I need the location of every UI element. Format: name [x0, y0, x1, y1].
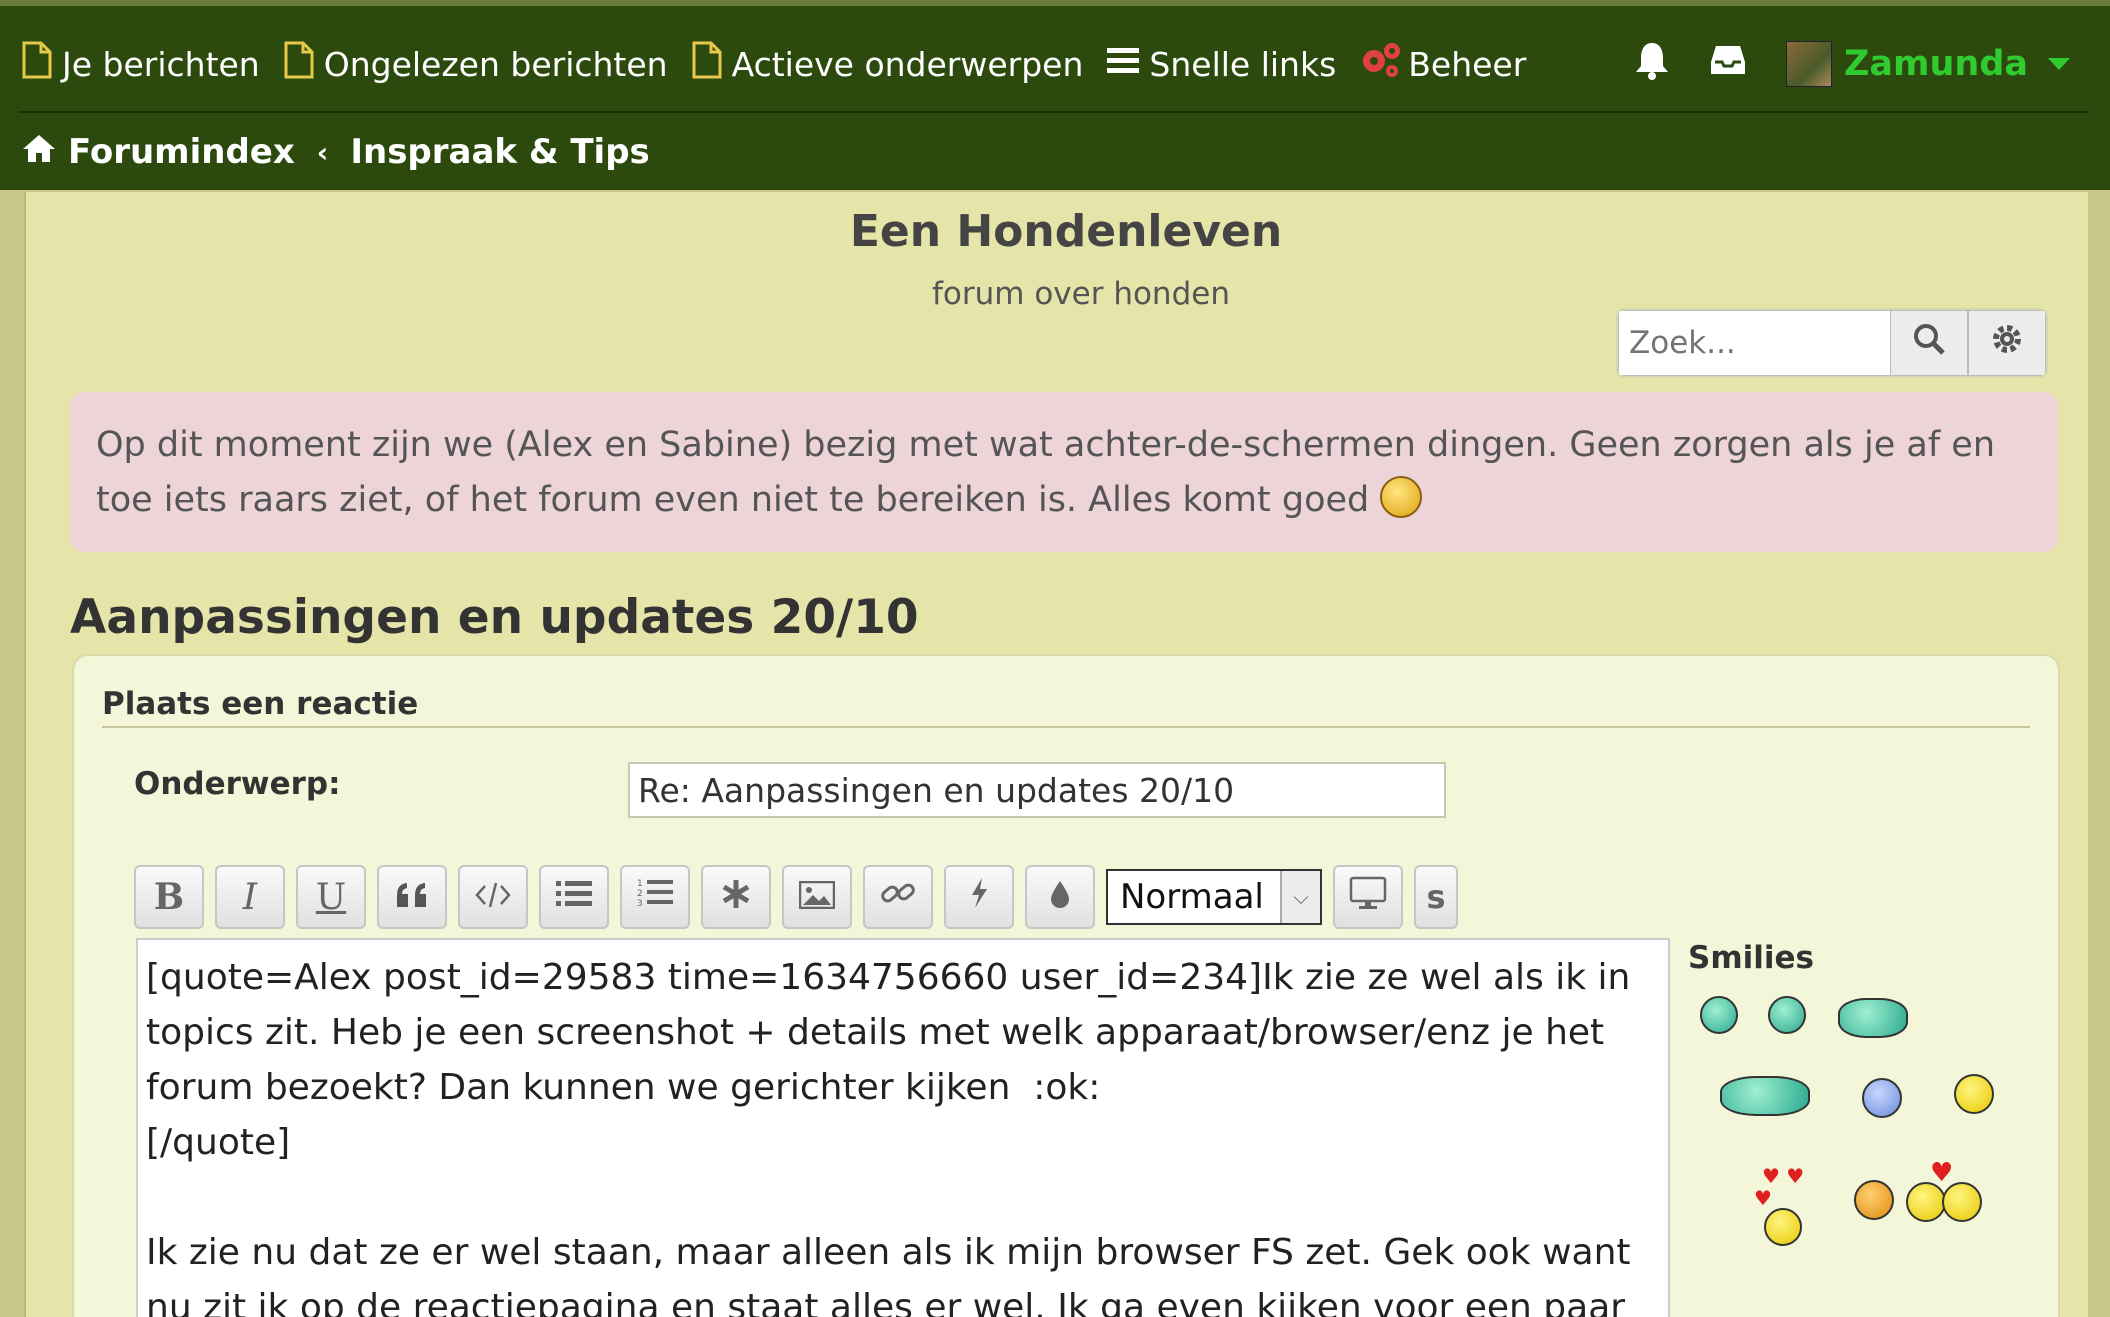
lightning-icon — [969, 877, 989, 918]
chevron-down-icon: ⌵ — [1280, 871, 1320, 923]
menu-icon — [1107, 45, 1140, 84]
file-icon — [692, 41, 722, 87]
coffee-smiley-icon[interactable] — [1954, 1074, 1994, 1114]
nav-quick-links-label: Snelle links — [1149, 44, 1337, 84]
strike-button[interactable]: s — [1414, 865, 1458, 929]
font-size-value: Normaal — [1120, 877, 1264, 917]
nav-active-topics-label: Actieve onderwerpen — [731, 44, 1084, 84]
underline-button[interactable]: U — [296, 865, 366, 929]
love-couple-smiley-icon[interactable] — [1942, 1182, 1982, 1222]
font-size-select[interactable]: Normaal ⌵ — [1106, 869, 1322, 925]
home-icon — [22, 132, 56, 172]
bold-icon: B — [153, 876, 185, 918]
thumbsup-smiley-icon[interactable] — [1720, 1076, 1810, 1116]
heart-icon: ♥ — [1930, 1158, 1954, 1188]
italic-button[interactable]: I — [215, 865, 285, 929]
message-textarea[interactable]: [quote=Alex post_id=29583 time=163475666… — [136, 938, 1670, 1317]
list-icon — [556, 877, 592, 918]
chevron-left-icon: ‹ — [316, 135, 329, 169]
monitor-icon — [1349, 876, 1387, 919]
preview-button[interactable] — [1333, 865, 1403, 929]
page-body: Een Hondenleven forum over honden Op dit… — [24, 192, 2088, 1317]
grin-smiley-icon[interactable] — [1700, 996, 1738, 1034]
top-navbar: Je berichten Ongelezen berichten Actieve… — [0, 0, 2110, 190]
code-button[interactable] — [458, 865, 528, 929]
subject-label: Onderwerp: — [134, 766, 341, 802]
asterisk-icon — [721, 877, 751, 918]
avatar[interactable] — [1786, 41, 1833, 87]
smilies-title: Smilies — [1688, 940, 1814, 976]
image-icon — [798, 877, 836, 918]
announcement-notice: Op dit moment zijn we (Alex en Sabine) b… — [70, 392, 2058, 552]
underline-icon: U — [315, 876, 347, 918]
link-icon — [880, 877, 916, 918]
list-item-button[interactable] — [701, 865, 771, 929]
nav-your-posts-label: Je berichten — [62, 44, 260, 84]
site-title[interactable]: Een Hondenleven — [26, 206, 2106, 257]
droplet-icon — [1049, 877, 1071, 918]
nav-admin-label: Beheer — [1408, 44, 1527, 84]
gear-icon — [1990, 322, 2024, 364]
editor-toolbar: B I U 123 Normaal ⌵ s — [134, 864, 1469, 930]
inbox-icon[interactable] — [1710, 44, 1746, 84]
nav-admin[interactable]: Beheer — [1360, 41, 1526, 87]
image-button[interactable] — [782, 865, 852, 929]
reply-panel: Plaats een reactie Onderwerp: B I U 123 — [72, 654, 2060, 1317]
search-input[interactable] — [1618, 310, 1890, 376]
nav-unread-posts[interactable]: Ongelezen berichten — [284, 41, 668, 87]
bell-icon[interactable] — [1634, 40, 1670, 88]
code-icon — [474, 877, 512, 918]
ordered-list-button[interactable]: 123 — [620, 865, 690, 929]
subject-input[interactable] — [628, 762, 1446, 818]
link-button[interactable] — [863, 865, 933, 929]
search-box — [1618, 310, 2046, 376]
in-love-smiley-icon[interactable] — [1764, 1208, 1802, 1246]
grin-smiley-icon[interactable] — [1768, 996, 1806, 1034]
chevron-down-icon[interactable] — [2048, 58, 2070, 70]
wave-smiley-icon[interactable] — [1862, 1078, 1902, 1118]
file-icon — [22, 41, 52, 87]
nav-active-topics[interactable]: Actieve onderwerpen — [692, 41, 1084, 87]
topic-title[interactable]: Aanpassingen en updates 20/10 — [70, 590, 919, 645]
reply-heading: Plaats een reactie — [102, 686, 2030, 728]
svg-text:3: 3 — [637, 899, 643, 909]
file-icon — [284, 41, 314, 87]
breadcrumb-home[interactable]: Forumindex — [68, 132, 295, 172]
love-couple-smiley-icon[interactable] — [1906, 1182, 1946, 1222]
cogs-icon — [1360, 41, 1402, 87]
nav-quick-links[interactable]: Snelle links — [1107, 45, 1336, 84]
bold-button[interactable]: B — [134, 865, 204, 929]
quick-nav: Je berichten Ongelezen berichten Actieve… — [22, 36, 2070, 92]
search-button[interactable] — [1890, 310, 1968, 376]
svg-text:1: 1 — [637, 879, 643, 889]
heart-icon: ♥ — [1754, 1186, 1772, 1210]
smiley-icon — [1380, 476, 1423, 518]
nav-divider — [18, 111, 2088, 113]
hearts-smiley-icon[interactable] — [1854, 1180, 1894, 1220]
flash-button[interactable] — [944, 865, 1014, 929]
nav-unread-posts-label: Ongelezen berichten — [323, 44, 668, 84]
advanced-search-button[interactable] — [1968, 310, 2046, 376]
color-button[interactable] — [1025, 865, 1095, 929]
nav-your-posts[interactable]: Je berichten — [22, 41, 260, 87]
svg-text:2: 2 — [637, 889, 643, 899]
site-description: forum over honden — [932, 276, 1230, 312]
breadcrumb: Forumindex ‹ Inspraak & Tips — [22, 124, 650, 180]
quote-button[interactable] — [377, 865, 447, 929]
list-button[interactable] — [539, 865, 609, 929]
ordered-list-icon: 123 — [637, 877, 673, 918]
user-area: Zamunda — [1634, 40, 2070, 88]
notice-text: Op dit moment zijn we (Alex en Sabine) b… — [96, 425, 1996, 520]
search-icon — [1911, 321, 1947, 365]
heart-icon: ♥ ♥ — [1762, 1164, 1805, 1188]
quote-icon — [395, 877, 429, 918]
angel-smiley-icon[interactable] — [1838, 998, 1908, 1038]
breadcrumb-current[interactable]: Inspraak & Tips — [350, 132, 649, 172]
username[interactable]: Zamunda — [1844, 44, 2028, 84]
italic-icon: I — [242, 876, 258, 918]
